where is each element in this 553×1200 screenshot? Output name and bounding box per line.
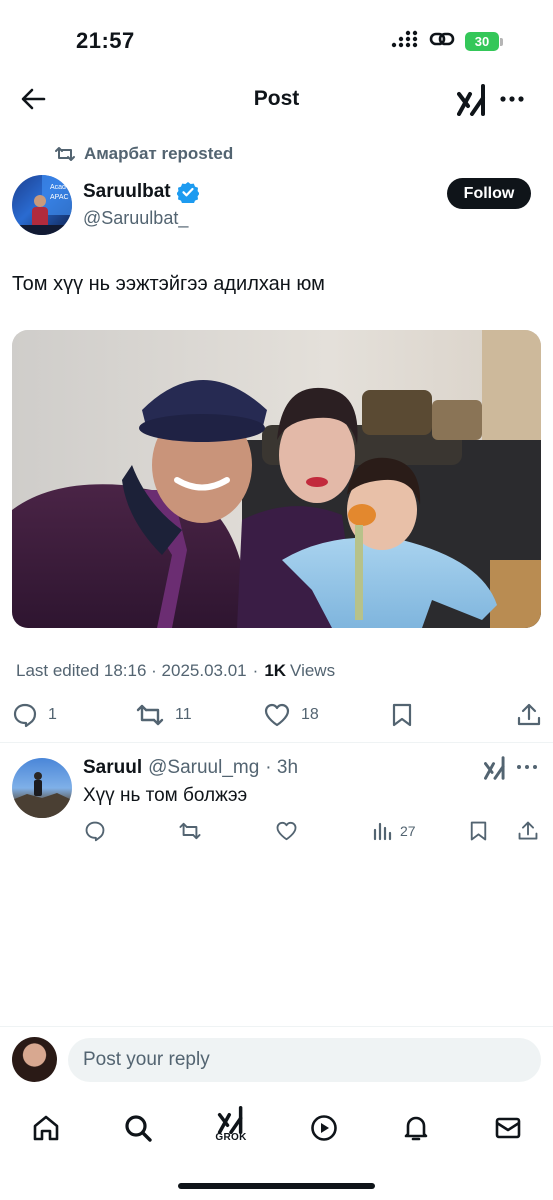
home-indicator[interactable] (178, 1183, 375, 1189)
post-text: Том хүү нь ээжтэйгээ адилхан юм (12, 273, 325, 295)
author-handle[interactable]: @Saruulbat_ (83, 208, 188, 229)
reply-reply-button[interactable] (84, 820, 106, 842)
tab-messages[interactable] (488, 1108, 528, 1148)
reply-repost-button[interactable] (178, 820, 202, 842)
home-icon (33, 1115, 59, 1141)
grok-icon (217, 1105, 243, 1134)
reply-avatar[interactable] (12, 758, 72, 818)
reply-bookmark-button[interactable] (469, 820, 488, 842)
verified-badge-icon (176, 182, 199, 203)
reply-views-button[interactable]: 27 (372, 821, 416, 841)
tab-grok[interactable]: GROK (211, 1104, 251, 1144)
repost-icon (179, 822, 201, 840)
mail-icon (495, 1117, 521, 1139)
repost-count: 11 (175, 706, 192, 723)
bookmark-icon (392, 703, 412, 727)
post-photo[interactable] (12, 330, 541, 628)
reply-like-button[interactable] (275, 820, 298, 842)
edited-timestamp[interactable]: Last edited 18:16 · 2025.03.01 (16, 661, 247, 681)
reply-more-button[interactable] (516, 760, 538, 779)
repost-context[interactable]: Амарбат reposted (54, 144, 233, 164)
bell-icon (404, 1116, 428, 1141)
repost-icon (136, 704, 164, 726)
my-avatar[interactable] (12, 1037, 57, 1082)
post-photo-image (12, 330, 541, 628)
status-bar: 21:57 30 (0, 0, 553, 80)
reply-button[interactable]: 1 (12, 702, 57, 728)
post-actions: 1 11 18 (0, 700, 553, 732)
more-icon (517, 765, 537, 769)
share-icon (517, 703, 541, 726)
grok-button[interactable] (457, 84, 487, 121)
grok-tab-label: GROK (215, 1131, 247, 1143)
tab-home[interactable] (26, 1108, 66, 1148)
play-icon (311, 1115, 337, 1141)
repost-button[interactable]: 11 (135, 702, 192, 728)
reply-icon (85, 821, 105, 842)
like-button[interactable]: 18 (263, 702, 319, 728)
status-time: 21:57 (76, 28, 135, 53)
reply-author-handle[interactable]: @Saruul_mg (148, 757, 259, 779)
reply-grok-button[interactable] (484, 756, 506, 785)
meta-separator: · (252, 661, 259, 680)
author-name-row[interactable]: Saruulbat (83, 181, 199, 203)
reply-author-name[interactable]: Saruul (83, 757, 142, 779)
tab-search[interactable] (118, 1108, 158, 1148)
bookmark-icon (470, 821, 487, 841)
status-icons: 30 (391, 30, 503, 53)
reply-text: Хүү нь том болжээ (83, 785, 248, 806)
heart-icon (276, 821, 297, 841)
bookmark-button[interactable] (391, 702, 413, 728)
more-options-button[interactable] (499, 84, 525, 119)
top-nav: Post (0, 80, 553, 120)
follow-button[interactable]: Follow (447, 178, 531, 209)
battery-icon: 30 (465, 32, 503, 51)
cellular-signal-icon (391, 30, 419, 53)
svg-text:Acad: Acad (50, 184, 66, 191)
grok-icon (484, 756, 505, 780)
svg-text:APAC: APAC (50, 194, 69, 201)
bottom-tab-bar: GROK (0, 1100, 553, 1160)
author-name[interactable]: Saruulbat (83, 181, 171, 203)
reply-share-button[interactable] (517, 820, 539, 842)
repost-label: Амарбат reposted (84, 144, 234, 163)
reply-views-count: 27 (400, 823, 416, 839)
composer-divider (0, 1026, 553, 1027)
search-icon (125, 1115, 152, 1142)
tab-video[interactable] (304, 1108, 344, 1148)
battery-level: 30 (465, 32, 499, 51)
link-icon (429, 30, 455, 53)
like-count: 18 (301, 706, 319, 723)
tab-notifications[interactable] (396, 1108, 436, 1148)
divider (0, 742, 553, 743)
share-button[interactable] (516, 702, 542, 728)
author-avatar[interactable]: Acad APAC (12, 175, 72, 235)
post-meta: Last edited 18:16 · 2025.03.01 · 1K View… (16, 661, 335, 681)
analytics-icon (373, 822, 392, 841)
repost-icon (55, 147, 75, 161)
reply-header: Saruul @Saruul_mg · 3h (83, 757, 298, 779)
grok-icon (457, 84, 485, 116)
reply-time: · 3h (265, 757, 299, 778)
views-label: Views (290, 661, 336, 680)
reply-icon (13, 703, 37, 728)
reply-count: 1 (48, 706, 57, 723)
heart-icon (264, 703, 290, 727)
more-icon (500, 96, 524, 102)
views-count: 1K (264, 661, 287, 680)
reply-input[interactable] (68, 1038, 541, 1082)
share-icon (518, 821, 538, 840)
reply-actions: 27 (0, 818, 553, 850)
